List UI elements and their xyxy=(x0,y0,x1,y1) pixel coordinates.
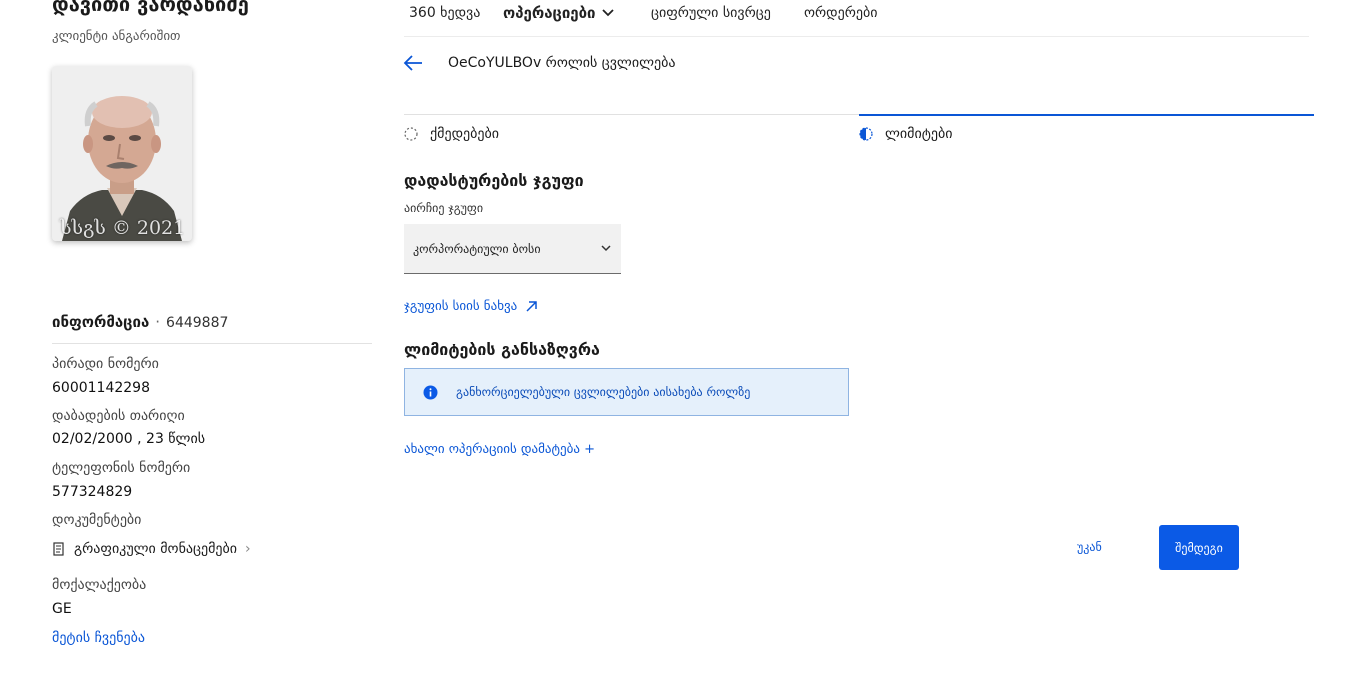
info-notice: განხორციელებული ცვლილებები აისახება როლზ… xyxy=(404,368,849,416)
birth-date-label: დაბადების თარიღი xyxy=(52,408,185,424)
info-notice-text: განხორციელებული ცვლილებები აისახება როლზ… xyxy=(456,385,751,399)
personal-number-value: 60001142298 xyxy=(52,380,150,396)
portrait-image xyxy=(52,66,192,241)
select-group-label: აირჩიე ჯგუფი xyxy=(404,201,484,215)
phone-value: 577324829 xyxy=(52,484,133,500)
birth-date-value: 02/02/2000 , 23 წლის xyxy=(52,431,206,447)
step-pending-icon xyxy=(404,127,418,141)
personal-number-label: პირადი ნომერი xyxy=(52,356,159,372)
approval-group-title: დადასტურების ჯგუფი xyxy=(404,171,584,190)
info-header: ინფორმაცია · 6449887 xyxy=(52,313,228,331)
client-photo: სსგს © 2021 xyxy=(52,66,192,241)
phone-label: ტელეფონის ნომერი xyxy=(52,460,191,476)
step-progress-pending xyxy=(404,114,859,115)
document-icon xyxy=(53,542,64,556)
next-button[interactable]: შემდეგი xyxy=(1159,525,1239,570)
external-link-arrow-icon xyxy=(526,301,538,312)
documents-value: გრაფიკული მონაცემები xyxy=(74,541,238,557)
nav-item-operations[interactable]: ოპერაციები xyxy=(503,4,614,22)
step-limits[interactable]: ლიმიტები xyxy=(859,126,952,142)
divider xyxy=(52,343,372,344)
chevron-down-icon xyxy=(601,245,611,252)
client-subtitle: კლიენტი ანგარიშით xyxy=(52,29,181,44)
step-actions[interactable]: ქმედებები xyxy=(404,126,499,142)
documents-label: დოკუმენტები xyxy=(52,512,142,528)
nav-item-digital-space[interactable]: ციფრული სივრცე xyxy=(651,5,771,21)
step-in-progress-icon xyxy=(859,127,873,141)
info-title: ინფორმაცია xyxy=(52,313,150,331)
nav-item-orders[interactable]: ორდერები xyxy=(804,5,877,21)
view-group-list-link[interactable]: ჯგუფის სიის ნახვა xyxy=(404,299,538,314)
separator-dot: · xyxy=(155,313,161,331)
step-limits-label: ლიმიტები xyxy=(885,126,953,142)
client-id: 6449887 xyxy=(166,315,229,331)
documents-item[interactable]: გრაფიკული მონაცემები › xyxy=(52,541,251,557)
chevron-down-icon xyxy=(601,9,614,17)
nav-item-360-view[interactable]: 360 ხედვა xyxy=(409,5,480,21)
back-button[interactable]: უკან xyxy=(1077,540,1102,554)
group-select-value: კორპორატიული ბოსი xyxy=(413,241,541,256)
chevron-right-icon: › xyxy=(245,541,251,557)
show-more-link[interactable]: მეტის ჩვენება xyxy=(52,630,145,646)
back-arrow-icon[interactable] xyxy=(402,53,424,73)
photo-watermark: სსგს © 2021 xyxy=(60,217,186,239)
add-operation-link[interactable]: ახალი ოპერაციის დამატება + xyxy=(404,442,595,457)
step-progress-active xyxy=(859,114,1314,116)
group-select[interactable]: კორპორატიული ბოსი xyxy=(404,224,621,274)
page-title: OeCoYULBOv როლის ცვლილება xyxy=(448,55,676,71)
info-icon xyxy=(423,385,438,399)
client-name: დავითი ვარდანიძე xyxy=(52,0,249,16)
nav-item-operations-label: ოპერაციები xyxy=(503,4,596,22)
limits-title: ლიმიტების განსაზღვრა xyxy=(404,340,600,359)
view-group-list-label: ჯგუფის სიის ნახვა xyxy=(404,299,518,314)
step-actions-label: ქმედებები xyxy=(430,126,500,142)
top-navigation: 360 ხედვა ოპერაციები ციფრული სივრცე ორდე… xyxy=(404,0,1309,37)
citizenship-value: GE xyxy=(52,601,72,617)
citizenship-label: მოქალაქეობა xyxy=(52,577,147,593)
